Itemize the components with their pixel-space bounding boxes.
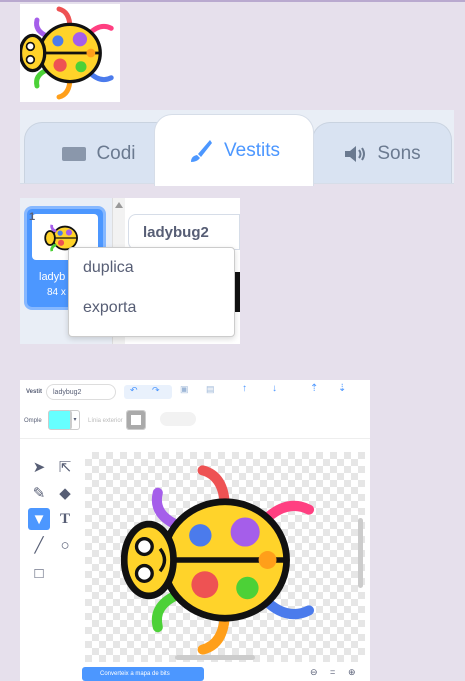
reshape-tool-icon[interactable]: ⇱	[54, 456, 76, 478]
convert-label: Converteix a mapa de bits	[100, 671, 170, 677]
forward-icon[interactable]: ↑	[242, 383, 247, 394]
sprite-thumbnail	[18, 4, 120, 102]
costume-name-field[interactable]: ladybug2	[128, 214, 240, 250]
tab-code[interactable]: Codi	[24, 122, 174, 184]
brush-icon	[191, 139, 212, 162]
brush-tool-icon[interactable]: ✎	[28, 482, 50, 504]
costume-size: 84 x	[47, 287, 66, 298]
rectangle-tool-icon[interactable]: □	[28, 562, 50, 584]
scroll-up-icon[interactable]	[115, 202, 123, 208]
zoom-in-icon[interactable]: ⊕	[348, 667, 356, 678]
ladybug-icon	[18, 6, 114, 100]
costume-name-input[interactable]: ladybug2	[46, 384, 116, 400]
costume-index: 1	[29, 211, 36, 223]
backward-icon[interactable]: ↓	[272, 383, 277, 394]
code-icon	[62, 146, 87, 161]
outline-label: Línia exterior	[88, 418, 123, 424]
tab-bar: Codi Vestits Sons	[20, 110, 454, 186]
tab-code-label: Codi	[96, 142, 136, 164]
context-menu: duplica exporta	[68, 247, 235, 337]
tab-costumes-label: Vestits	[224, 139, 280, 161]
speaker-icon	[345, 145, 366, 162]
costume-label: Vestit	[26, 389, 43, 395]
ungroup-icon[interactable]: ▤	[206, 384, 215, 395]
fill-color-swatch[interactable]	[48, 410, 72, 430]
text-tool-icon[interactable]: T	[54, 508, 76, 530]
redo-icon[interactable]: ↷	[152, 385, 160, 396]
tab-sounds-label: Sons	[377, 142, 421, 164]
back-icon[interactable]: ⇣	[338, 383, 346, 394]
costume-name: ladyb	[39, 271, 66, 283]
paint-canvas[interactable]	[85, 452, 365, 662]
canvas-vscrollbar[interactable]	[358, 518, 363, 588]
outline-color-swatch[interactable]	[126, 410, 146, 430]
circle-tool-icon[interactable]: ○	[54, 534, 76, 556]
toolbar-divider	[20, 438, 370, 439]
canvas-hscrollbar[interactable]	[175, 655, 255, 660]
group-icon[interactable]: ▣	[180, 384, 189, 395]
tab-sounds[interactable]: Sons	[312, 122, 452, 184]
select-tool-icon[interactable]: ➤	[28, 456, 50, 478]
menu-item-duplicate[interactable]: duplica	[69, 248, 234, 288]
undo-icon[interactable]: ↶	[130, 385, 138, 396]
front-icon[interactable]: ⇡	[310, 383, 318, 394]
fill-tool-icon[interactable]: ▼	[28, 508, 50, 530]
menu-item-export[interactable]: exporta	[69, 288, 234, 328]
ladybug-icon	[120, 465, 315, 655]
eraser-tool-icon[interactable]: ◆	[54, 482, 76, 504]
outline-width-field[interactable]	[160, 412, 196, 426]
tab-costumes[interactable]: Vestits	[154, 114, 314, 186]
line-tool-icon[interactable]: ╱	[28, 534, 50, 556]
fill-dropdown[interactable]: ▾	[70, 410, 80, 430]
zoom-out-icon[interactable]: ⊖	[310, 667, 318, 678]
zoom-reset-icon[interactable]: =	[330, 667, 335, 677]
fill-label: Omple	[24, 418, 42, 424]
